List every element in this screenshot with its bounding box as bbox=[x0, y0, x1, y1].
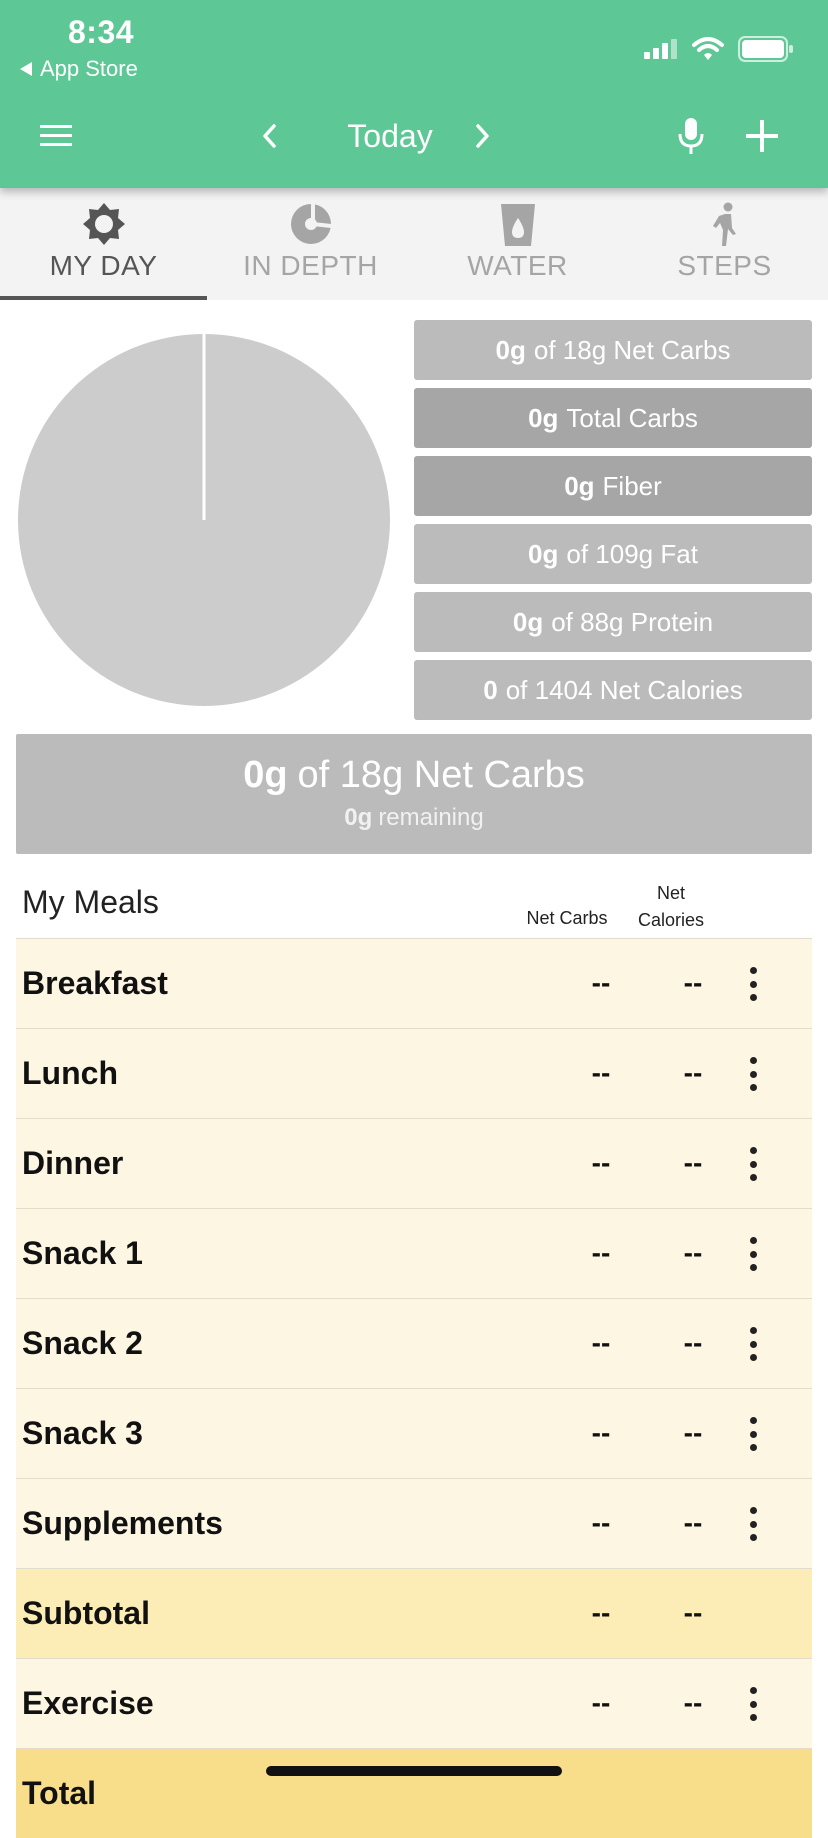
meal-net-calories: -- bbox=[683, 967, 703, 998]
macro-protein: 0g of 88g Protein bbox=[414, 592, 812, 652]
summary-main: 0g of 18g Net Carbs bbox=[243, 754, 585, 796]
meal-name: Total bbox=[22, 1775, 97, 1811]
meal-net-carbs: -- bbox=[591, 1687, 611, 1718]
meal-net-calories: -- bbox=[683, 1597, 703, 1628]
back-app-label: App Store bbox=[40, 56, 138, 81]
meal-row-snack-3[interactable]: Snack 3 -- -- bbox=[16, 1388, 812, 1478]
more-options-icon[interactable] bbox=[738, 1687, 768, 1721]
tab-label: MY DAY bbox=[49, 250, 158, 281]
meal-row-lunch[interactable]: Lunch -- -- bbox=[16, 1028, 812, 1118]
pie-chart-icon bbox=[290, 203, 331, 244]
status-icons bbox=[644, 36, 794, 62]
meal-row-subtotal: Subtotal -- -- bbox=[16, 1568, 812, 1658]
meals-list: Breakfast -- -- Lunch -- -- Dinner -- --… bbox=[16, 938, 812, 1838]
previous-day-icon[interactable] bbox=[258, 120, 282, 152]
home-indicator[interactable] bbox=[266, 1766, 562, 1776]
back-arrow-icon bbox=[20, 62, 32, 76]
meal-net-carbs: -- bbox=[591, 1057, 611, 1088]
meal-name: Supplements bbox=[22, 1505, 223, 1541]
more-options-icon[interactable] bbox=[738, 1147, 768, 1181]
meal-name: Exercise bbox=[22, 1685, 154, 1721]
meal-net-carbs: -- bbox=[591, 1597, 611, 1628]
sun-icon bbox=[82, 203, 125, 245]
meal-name: Breakfast bbox=[22, 965, 168, 1001]
meal-row-dinner[interactable]: Dinner -- -- bbox=[16, 1118, 812, 1208]
net-calories-column-header: Net Calories bbox=[637, 883, 705, 930]
macro-net-carbs: 0g of 18g Net Carbs bbox=[414, 320, 812, 380]
meal-name: Subtotal bbox=[22, 1595, 150, 1631]
menu-icon[interactable] bbox=[40, 124, 72, 148]
water-glass-icon bbox=[500, 204, 535, 246]
current-date-label[interactable]: Today bbox=[320, 118, 460, 155]
tab-in-depth[interactable]: IN DEPTH bbox=[207, 188, 414, 300]
meal-net-calories: -- bbox=[683, 1327, 703, 1358]
meal-row-supplements[interactable]: Supplements -- -- bbox=[16, 1478, 812, 1568]
more-options-icon[interactable] bbox=[738, 1327, 768, 1361]
tab-water[interactable]: WATER bbox=[414, 188, 621, 300]
meal-name: Snack 2 bbox=[22, 1325, 143, 1361]
meals-header: My Meals Net Carbs Net Calories bbox=[16, 870, 812, 938]
meal-row-breakfast[interactable]: Breakfast -- -- bbox=[16, 938, 812, 1028]
meal-net-carbs: -- bbox=[591, 1237, 611, 1268]
meal-row-exercise[interactable]: Exercise -- -- bbox=[16, 1658, 812, 1748]
date-nav: Today bbox=[0, 98, 828, 178]
signal-icon bbox=[644, 39, 677, 59]
tab-my-day[interactable]: MY DAY bbox=[0, 188, 207, 300]
next-day-icon[interactable] bbox=[470, 120, 494, 152]
add-icon[interactable] bbox=[744, 118, 780, 154]
meal-net-calories: -- bbox=[683, 1687, 703, 1718]
more-options-icon[interactable] bbox=[738, 1417, 768, 1451]
walking-person-icon bbox=[712, 202, 736, 246]
macro-fat: 0g of 109g Fat bbox=[414, 524, 812, 584]
meal-name: Dinner bbox=[22, 1145, 124, 1181]
macro-net-calories: 0 of 1404 Net Calories bbox=[414, 660, 812, 720]
microphone-icon[interactable] bbox=[676, 116, 706, 156]
more-options-icon[interactable] bbox=[738, 1237, 768, 1271]
tab-label: WATER bbox=[467, 250, 568, 281]
meal-net-calories: -- bbox=[683, 1057, 703, 1088]
macro-pie-chart bbox=[18, 334, 390, 706]
tab-bar: MY DAY IN DEPTH WATER STEPS bbox=[0, 188, 828, 300]
more-options-icon[interactable] bbox=[738, 967, 768, 1001]
more-options-icon[interactable] bbox=[738, 1057, 768, 1091]
wifi-icon bbox=[692, 37, 724, 60]
meal-net-carbs: -- bbox=[591, 1417, 611, 1448]
macro-summary-list: 0g of 18g Net Carbs 0g Total Carbs 0g Fiber… bbox=[414, 320, 812, 728]
meal-net-calories: -- bbox=[683, 1507, 703, 1538]
app-header: 8:34 App Store Today bbox=[0, 0, 828, 188]
tab-label: STEPS bbox=[677, 250, 772, 281]
meal-row-snack-2[interactable]: Snack 2 -- -- bbox=[16, 1298, 812, 1388]
macro-fiber: 0g Fiber bbox=[414, 456, 812, 516]
meal-net-calories: -- bbox=[683, 1417, 703, 1448]
meal-name: Snack 1 bbox=[22, 1235, 143, 1271]
meal-net-carbs: -- bbox=[591, 967, 611, 998]
meal-name: Snack 3 bbox=[22, 1415, 143, 1451]
meal-net-carbs: -- bbox=[591, 1147, 611, 1178]
meal-row-snack-1[interactable]: Snack 1 -- -- bbox=[16, 1208, 812, 1298]
net-carbs-column-header: Net Carbs bbox=[526, 908, 608, 928]
meals-title: My Meals bbox=[22, 884, 159, 920]
meal-name: Lunch bbox=[22, 1055, 118, 1091]
summary-remaining: 0g remaining bbox=[344, 804, 484, 831]
meal-net-calories: -- bbox=[683, 1237, 703, 1268]
macro-total-carbs: 0g Total Carbs bbox=[414, 388, 812, 448]
tab-label: IN DEPTH bbox=[243, 250, 378, 281]
meal-row-total: Total bbox=[16, 1748, 812, 1838]
back-to-app-store[interactable]: App Store bbox=[20, 56, 138, 82]
meal-net-carbs: -- bbox=[591, 1327, 611, 1358]
meal-net-carbs: -- bbox=[591, 1507, 611, 1538]
tab-steps[interactable]: STEPS bbox=[621, 188, 828, 300]
net-carbs-summary[interactable]: 0g of 18g Net Carbs 0g remaining bbox=[16, 734, 812, 854]
more-options-icon[interactable] bbox=[738, 1507, 768, 1541]
battery-icon bbox=[738, 36, 793, 62]
meal-net-calories: -- bbox=[683, 1147, 703, 1178]
status-time: 8:34 bbox=[68, 14, 135, 50]
